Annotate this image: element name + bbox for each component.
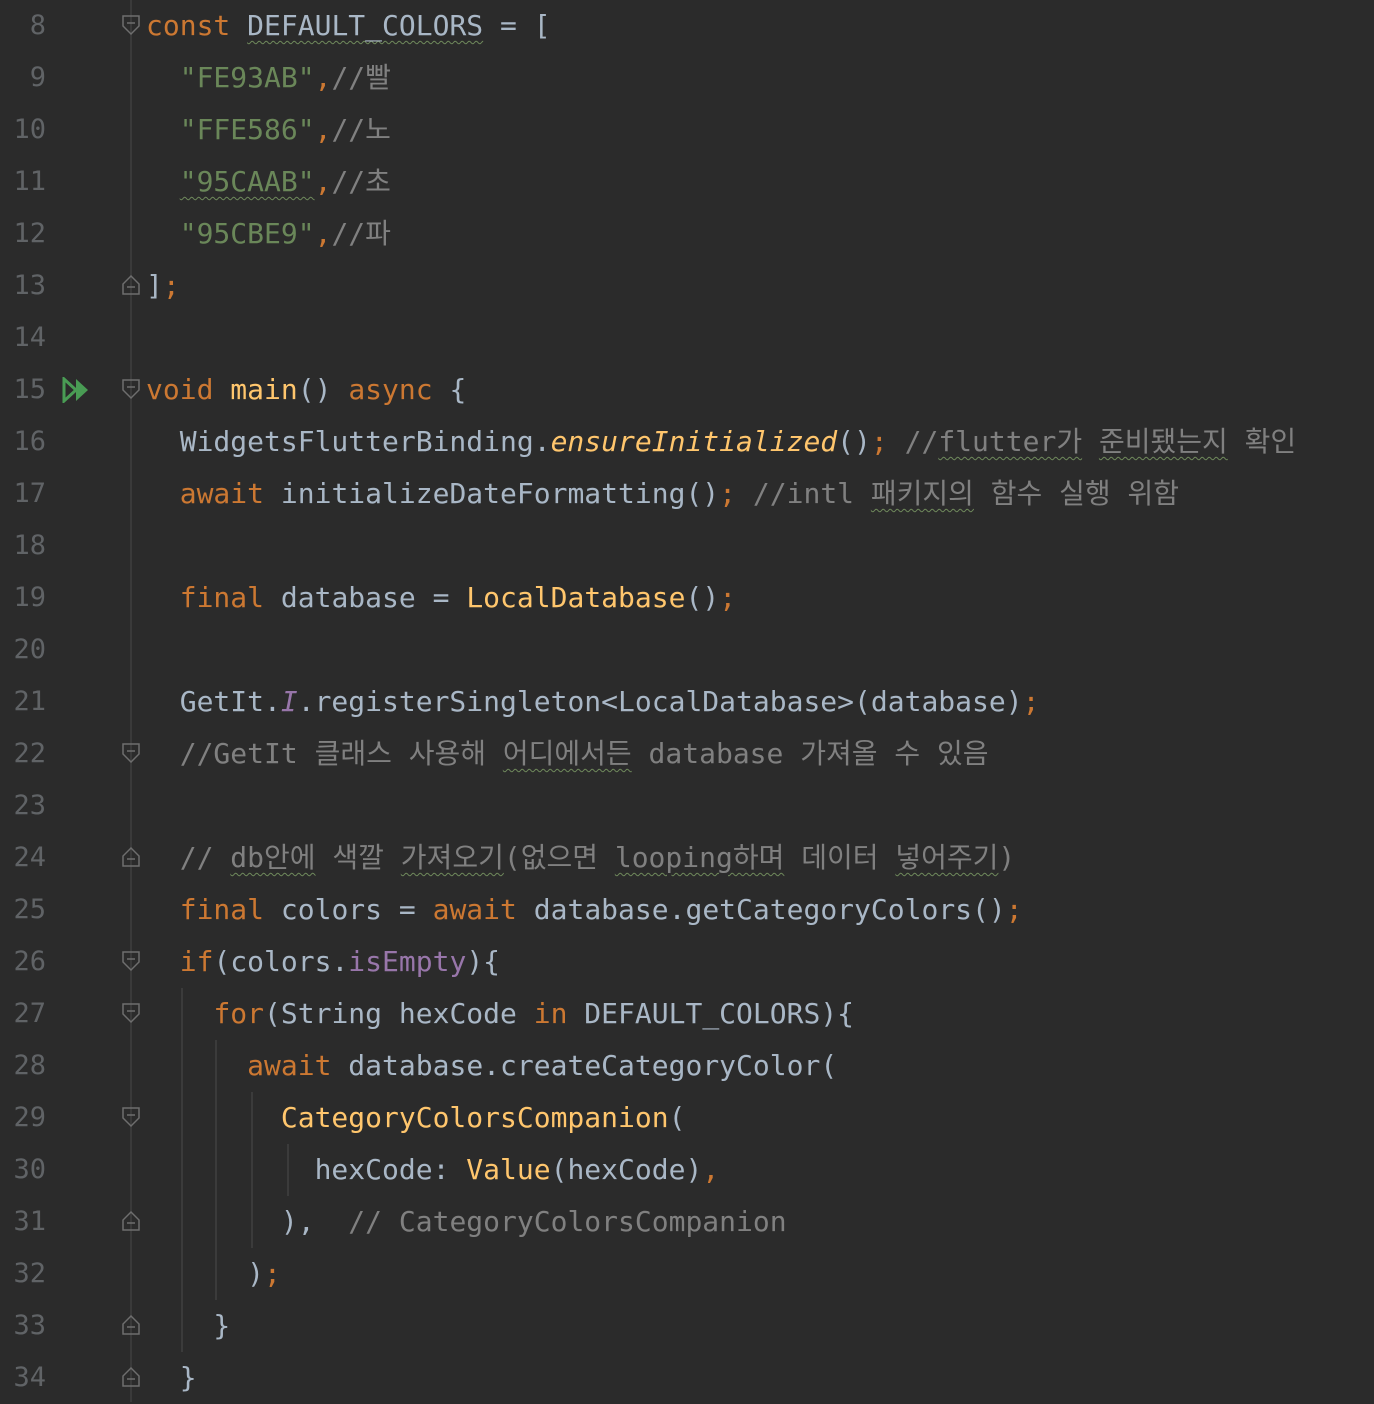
code-text[interactable]: hexCode: Value(hexCode), — [146, 1144, 720, 1196]
code-text[interactable]: ), // CategoryColorsCompanion — [146, 1196, 787, 1248]
code-text[interactable]: "95CBE9",//파 — [146, 208, 391, 260]
code-text[interactable]: for(String hexCode in DEFAULT_COLORS){ — [146, 988, 854, 1040]
code-text[interactable]: void main() async { — [146, 364, 466, 416]
fold-marker-icon[interactable] — [121, 14, 141, 36]
line-number: 21 — [13, 686, 46, 717]
code-line: 34 } — [0, 1352, 1374, 1404]
code-text[interactable]: ]; — [146, 260, 180, 312]
code-line: 10 "FFE586",//노 — [0, 104, 1374, 156]
code-text[interactable]: "FFE586",//노 — [146, 104, 391, 156]
code-line: 15 void main() async { — [0, 364, 1374, 416]
line-number: 27 — [13, 998, 46, 1029]
line-number: 29 — [13, 1102, 46, 1133]
line-number: 25 — [13, 894, 46, 925]
line-number: 32 — [13, 1258, 46, 1289]
code-line: 11 "95CAAB",//초 — [0, 156, 1374, 208]
line-number: 8 — [29, 10, 46, 41]
line-number: 30 — [13, 1154, 46, 1185]
code-text[interactable]: ); — [146, 1248, 281, 1300]
fold-marker-icon[interactable] — [121, 378, 141, 400]
code-line: 24 // db안에 색깔 가져오기(없으면 looping하며 데이터 넣어주… — [0, 832, 1374, 884]
code-line: 21 GetIt.I.registerSingleton<LocalDataba… — [0, 676, 1374, 728]
code-line: 17 await initializeDateFormatting(); //i… — [0, 468, 1374, 520]
code-line: 18 — [0, 520, 1374, 572]
code-text[interactable]: final database = LocalDatabase(); — [146, 572, 736, 624]
code-line: 13 ]; — [0, 260, 1374, 312]
code-line: 30 hexCode: Value(hexCode), — [0, 1144, 1374, 1196]
code-text[interactable]: "FE93AB",//빨 — [146, 52, 391, 104]
code-text[interactable]: CategoryColorsCompanion( — [146, 1092, 686, 1144]
code-line: 25 final colors = await database.getCate… — [0, 884, 1374, 936]
code-text[interactable]: const DEFAULT_COLORS = [ — [146, 0, 551, 52]
code-editor[interactable]: 8 const DEFAULT_COLORS = [ 9 "FE93AB",//… — [0, 0, 1374, 1402]
code-text[interactable]: } — [146, 1352, 197, 1404]
fold-end-icon[interactable] — [121, 274, 141, 296]
code-text[interactable]: // db안에 색깔 가져오기(없으면 looping하며 데이터 넣어주기) — [146, 832, 1016, 884]
line-number: 11 — [13, 166, 46, 197]
line-number: 18 — [13, 530, 46, 561]
code-text[interactable]: if(colors.isEmpty){ — [146, 936, 500, 988]
code-line: 33 } — [0, 1300, 1374, 1352]
line-number: 10 — [13, 114, 46, 145]
line-number: 23 — [13, 790, 46, 821]
code-text[interactable]: "95CAAB",//초 — [146, 156, 391, 208]
code-line: 26 if(colors.isEmpty){ — [0, 936, 1374, 988]
line-number: 22 — [13, 738, 46, 769]
code-line: 29 CategoryColorsCompanion( — [0, 1092, 1374, 1144]
code-text[interactable]: await database.createCategoryColor( — [146, 1040, 837, 1092]
code-line: 9 "FE93AB",//빨 — [0, 52, 1374, 104]
line-number: 33 — [13, 1310, 46, 1341]
fold-end-icon[interactable] — [121, 1366, 141, 1388]
run-gutter-icon[interactable] — [62, 377, 92, 403]
fold-end-icon[interactable] — [121, 846, 141, 868]
code-line: 20 — [0, 624, 1374, 676]
line-number: 28 — [13, 1050, 46, 1081]
fold-end-icon[interactable] — [121, 1314, 141, 1336]
line-number: 20 — [13, 634, 46, 665]
code-line: 31 ), // CategoryColorsCompanion — [0, 1196, 1374, 1248]
fold-end-icon[interactable] — [121, 1210, 141, 1232]
code-line: 23 — [0, 780, 1374, 832]
code-line: 12 "95CBE9",//파 — [0, 208, 1374, 260]
fold-marker-icon[interactable] — [121, 950, 141, 972]
line-number: 15 — [13, 374, 46, 405]
code-text[interactable]: } — [146, 1300, 230, 1352]
code-text[interactable]: //GetIt 클래스 사용해 어디에서든 database 가져올 수 있음 — [146, 728, 989, 780]
code-line: 14 — [0, 312, 1374, 364]
line-number: 13 — [13, 270, 46, 301]
code-line: 28 await database.createCategoryColor( — [0, 1040, 1374, 1092]
code-text[interactable]: WidgetsFlutterBinding.ensureInitialized(… — [146, 416, 1296, 468]
line-number: 24 — [13, 842, 46, 873]
code-line: 27 for(String hexCode in DEFAULT_COLORS)… — [0, 988, 1374, 1040]
line-number: 12 — [13, 218, 46, 249]
code-text[interactable]: await initializeDateFormatting(); //intl… — [146, 468, 1179, 520]
code-text[interactable]: final colors = await database.getCategor… — [146, 884, 1023, 936]
line-number: 19 — [13, 582, 46, 613]
code-line: 8 const DEFAULT_COLORS = [ — [0, 0, 1374, 52]
fold-marker-icon[interactable] — [121, 1106, 141, 1128]
code-line: 16 WidgetsFlutterBinding.ensureInitializ… — [0, 416, 1374, 468]
line-number: 17 — [13, 478, 46, 509]
line-number: 14 — [13, 322, 46, 353]
line-number: 9 — [29, 62, 46, 93]
code-line: 22 //GetIt 클래스 사용해 어디에서든 database 가져올 수 … — [0, 728, 1374, 780]
code-line: 32 ); — [0, 1248, 1374, 1300]
fold-marker-icon[interactable] — [121, 742, 141, 764]
line-number: 31 — [13, 1206, 46, 1237]
line-number: 26 — [13, 946, 46, 977]
line-number: 16 — [13, 426, 46, 457]
line-number: 34 — [13, 1362, 46, 1393]
code-text[interactable]: GetIt.I.registerSingleton<LocalDatabase>… — [146, 676, 1040, 728]
fold-marker-icon[interactable] — [121, 1002, 141, 1024]
code-line: 19 final database = LocalDatabase(); — [0, 572, 1374, 624]
